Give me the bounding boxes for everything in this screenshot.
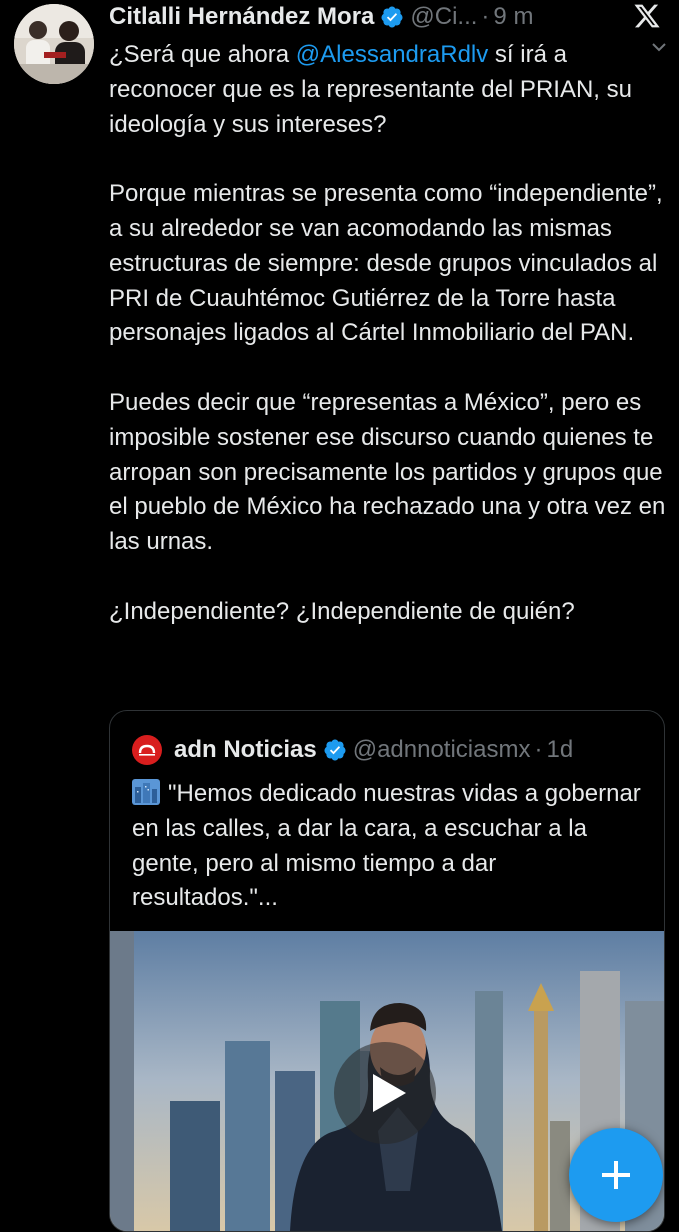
author-avatar[interactable] bbox=[14, 4, 94, 84]
quoted-tweet-header: adn Noticias @adnnoticiasmx · 1d bbox=[132, 735, 573, 765]
plus-icon bbox=[602, 1161, 630, 1189]
tweet-paragraph-3: Puedes decir que “representas a México”,… bbox=[109, 388, 666, 556]
play-icon bbox=[373, 1074, 406, 1112]
quoted-time-separator: · bbox=[534, 736, 543, 763]
tweet-paragraph-4: ¿Independiente? ¿Independiente de quién? bbox=[109, 597, 575, 625]
quoted-text-content: "Hemos dedicado nuestras vidas a goberna… bbox=[132, 780, 641, 912]
quoted-author-name[interactable]: adn Noticias bbox=[174, 736, 317, 764]
compose-button[interactable] bbox=[569, 1128, 663, 1222]
author-handle[interactable]: @Ci... bbox=[410, 3, 477, 31]
tweet-header: Citlalli Hernández Mora @Ci... · 9 m bbox=[109, 0, 679, 34]
quoted-author-avatar[interactable] bbox=[132, 735, 162, 765]
play-button[interactable] bbox=[334, 1042, 436, 1144]
tweet-text: ¿Será que ahora @AlessandraRdlv sí irá a… bbox=[109, 38, 669, 630]
time-separator: · bbox=[481, 3, 490, 30]
quoted-time[interactable]: 1d bbox=[546, 736, 573, 764]
cityscape-emoji-icon bbox=[132, 779, 160, 805]
mention-link[interactable]: @AlessandraRdlv bbox=[296, 41, 488, 68]
adn-logo-icon bbox=[138, 744, 156, 756]
tweet-time[interactable]: 9 m bbox=[493, 3, 533, 31]
verified-badge-icon bbox=[324, 739, 346, 761]
paragraph-1-start: ¿Será que ahora bbox=[109, 41, 296, 68]
author-avatar-photo bbox=[14, 4, 94, 84]
tweet-paragraph-1: ¿Será que ahora @AlessandraRdlv sí irá a… bbox=[109, 38, 669, 142]
tweet-paragraph-2: Porque mientras se presenta como “indepe… bbox=[109, 180, 663, 347]
x-logo-icon[interactable] bbox=[633, 2, 661, 30]
author-name[interactable]: Citlalli Hernández Mora bbox=[109, 3, 374, 31]
quoted-author-handle[interactable]: @adnnoticiasmx bbox=[353, 736, 531, 764]
quoted-tweet-text: "Hemos dedicado nuestras vidas a goberna… bbox=[132, 777, 647, 916]
verified-badge-icon bbox=[381, 6, 403, 28]
